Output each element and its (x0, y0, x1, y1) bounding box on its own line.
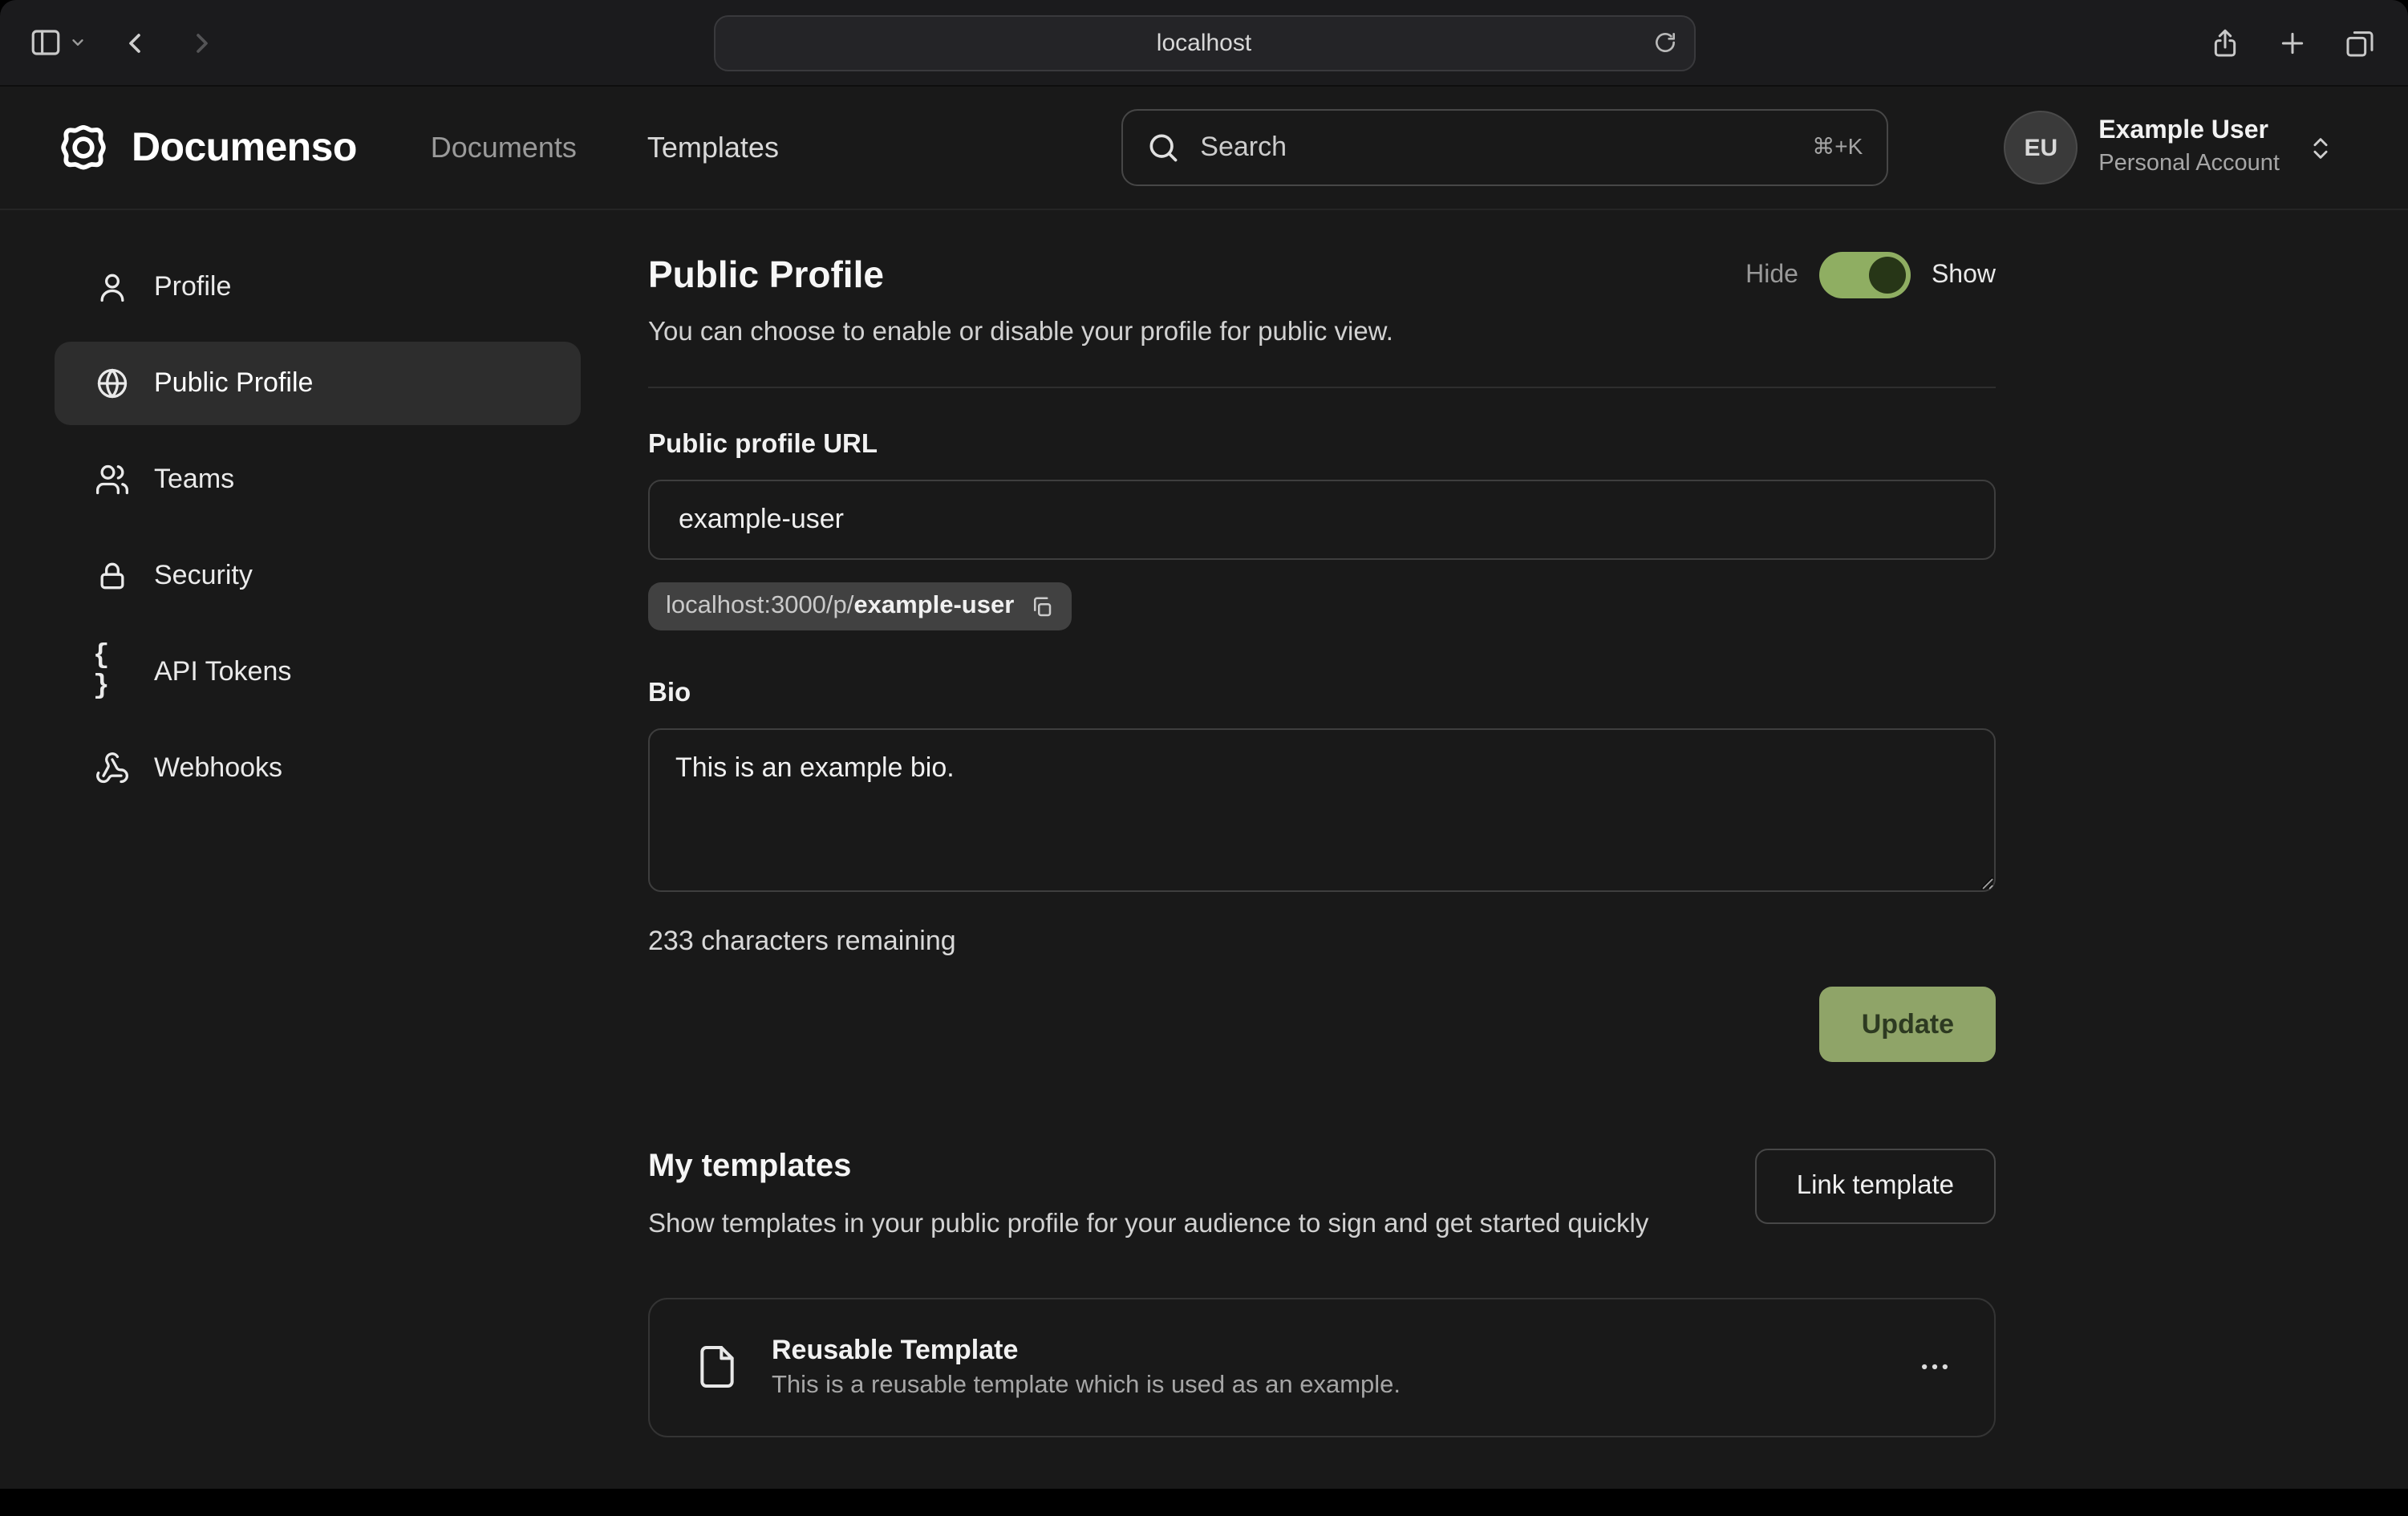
url-field-label: Public profile URL (648, 430, 1996, 460)
profile-visibility-toggle[interactable] (1819, 252, 1911, 298)
my-templates-subtitle: Show templates in your public profile fo… (648, 1205, 1648, 1246)
globe-icon (93, 366, 130, 401)
user-account-type: Personal Account (2098, 149, 2280, 180)
main-nav: Documents Templates (431, 131, 779, 164)
template-list-item: Reusable Template This is a reusable tem… (648, 1297, 1996, 1437)
global-search: ⌘+K (1121, 109, 1888, 186)
sidebar-item-label: API Tokens (154, 656, 291, 688)
documenso-logo-icon (55, 119, 112, 176)
user-icon (93, 270, 130, 305)
sidebar-item-label: Webhooks (154, 752, 282, 784)
sidebar-item-label: Profile (154, 271, 231, 303)
browser-toolbar: localhost (0, 0, 2408, 87)
copy-icon[interactable] (1030, 594, 1054, 618)
nav-templates[interactable]: Templates (647, 131, 779, 164)
brand-name: Documenso (132, 124, 357, 171)
template-name: Reusable Template (772, 1334, 1401, 1366)
toggle-knob (1869, 257, 1906, 294)
documenso-app: Documenso Documents Templates ⌘+K EU Exa… (0, 87, 2408, 1489)
browser-back-icon[interactable] (119, 26, 151, 59)
user-menu[interactable]: EU Example User Personal Account (2004, 111, 2334, 184)
sidebar-item-label: Teams (154, 464, 234, 496)
nav-documents[interactable]: Documents (431, 131, 577, 164)
profile-link-slug: example-user (853, 592, 1014, 621)
divider (648, 387, 1996, 388)
sidebar-item-label: Security (154, 560, 253, 592)
avatar: EU (2004, 111, 2078, 184)
sidebar-item-teams[interactable]: Teams (55, 438, 581, 521)
search-input[interactable] (1121, 109, 1888, 186)
brand[interactable]: Documenso (55, 119, 357, 176)
sidebar-item-webhooks[interactable]: Webhooks (55, 727, 581, 810)
visibility-toggle-group: Hide Show (1745, 252, 1996, 298)
sidebar-toggle-icon[interactable] (29, 26, 63, 59)
show-label: Show (1932, 261, 1996, 290)
address-bar[interactable]: localhost (713, 14, 1695, 71)
toolbar-chevron-down-icon[interactable] (69, 34, 87, 51)
file-icon (691, 1341, 743, 1392)
sidebar-item-api-tokens[interactable]: { } API Tokens (55, 630, 581, 714)
reload-icon[interactable] (1652, 29, 1677, 55)
hide-label: Hide (1745, 261, 1798, 290)
tab-overview-icon[interactable] (2344, 26, 2376, 59)
profile-link-prefix: localhost:3000/p/ (666, 592, 853, 621)
template-description: This is a reusable template which is use… (772, 1371, 1401, 1400)
sidebar-item-public-profile[interactable]: Public Profile (55, 342, 581, 425)
search-icon (1145, 130, 1181, 165)
characters-remaining: 233 characters remaining (648, 926, 1996, 958)
address-bar-url: localhost (1157, 29, 1251, 56)
update-button[interactable]: Update (1820, 987, 1996, 1062)
settings-sidebar: Profile Public Profile Teams (55, 210, 581, 1437)
bio-field-label: Bio (648, 679, 1996, 709)
my-templates-title: My templates (648, 1149, 1648, 1186)
public-profile-url-input[interactable] (648, 480, 1996, 560)
browser-forward-icon[interactable] (186, 26, 218, 59)
search-shortcut: ⌘+K (1812, 133, 1863, 160)
public-profile-settings: Public Profile Hide Show You can choose … (648, 210, 1996, 1437)
link-template-button[interactable]: Link template (1755, 1149, 1996, 1224)
template-menu-ellipsis-icon[interactable] (1917, 1349, 1952, 1384)
chevrons-up-down-icon (2307, 134, 2334, 161)
profile-link-badge[interactable]: localhost:3000/p/ example-user (648, 582, 1072, 630)
app-header: Documenso Documents Templates ⌘+K EU Exa… (0, 87, 2408, 210)
app-body: Profile Public Profile Teams (0, 210, 2408, 1437)
sidebar-item-profile[interactable]: Profile (55, 245, 581, 329)
page-subtitle: You can choose to enable or disable your… (648, 318, 1996, 348)
share-icon[interactable] (2209, 26, 2241, 59)
new-tab-icon[interactable] (2276, 26, 2309, 59)
webhook-icon (93, 751, 130, 786)
sidebar-item-security[interactable]: Security (55, 534, 581, 618)
users-icon (93, 462, 130, 497)
braces-icon: { } (93, 642, 130, 703)
user-name: Example User (2098, 116, 2280, 149)
window: localhost (0, 0, 2408, 1516)
page-title: Public Profile (648, 253, 884, 297)
lock-icon (93, 558, 130, 594)
bio-textarea[interactable]: This is an example bio. (648, 728, 1996, 892)
sidebar-item-label: Public Profile (154, 367, 313, 399)
